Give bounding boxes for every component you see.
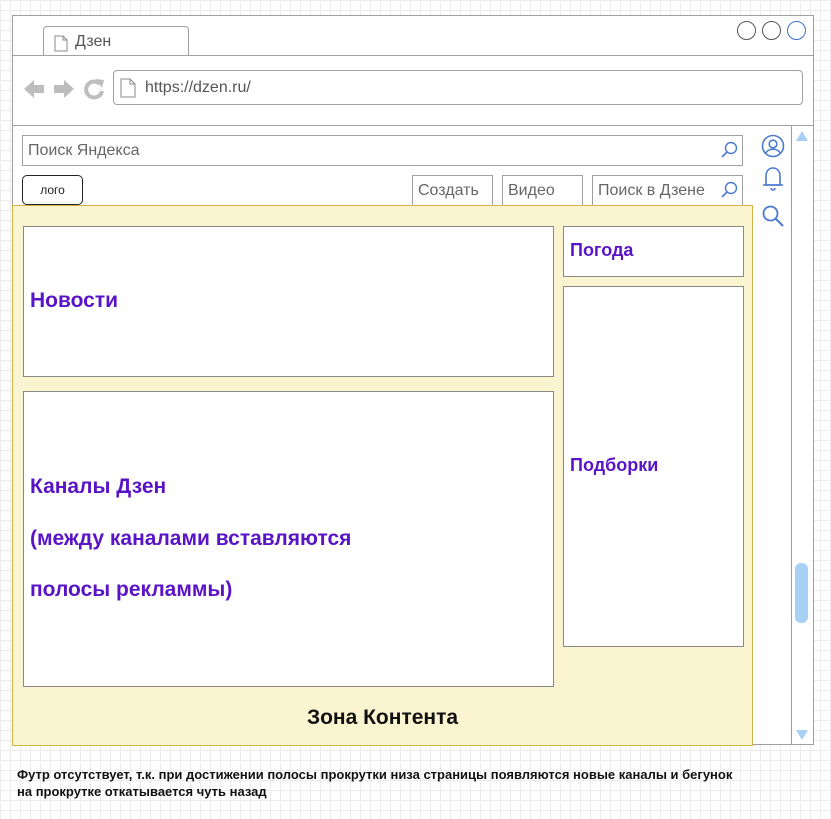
dzen-search-placeholder: Поиск в Дзене <box>598 182 705 199</box>
tab-title: Дзен <box>75 33 112 50</box>
tab-strip-divider <box>13 55 813 56</box>
page-icon <box>120 78 136 98</box>
reload-icon[interactable] <box>83 78 105 100</box>
browser-tab[interactable]: Дзен <box>43 26 189 56</box>
back-arrow-icon[interactable] <box>23 78 45 100</box>
channels-note-line2: полосы рекламмы) <box>30 578 233 601</box>
url-text: https://dzen.ru/ <box>145 79 251 96</box>
weather-block[interactable]: Погода <box>563 226 744 277</box>
yandex-search-placeholder: Поиск Яндекса <box>28 142 140 159</box>
footnote: Футр отсутствует, т.к. при достижении по… <box>17 767 733 799</box>
window-minimize-button[interactable] <box>737 21 756 40</box>
window-close-button[interactable] <box>787 21 806 40</box>
bell-icon[interactable] <box>761 164 785 192</box>
weather-label: Погода <box>570 240 634 260</box>
address-bar[interactable]: https://dzen.ru/ <box>113 70 803 105</box>
channels-block[interactable]: Каналы Дзен (между каналами вставляются … <box>23 391 554 687</box>
scroll-down-arrow-icon[interactable] <box>795 729 809 741</box>
channels-title: Каналы Дзен <box>30 475 167 498</box>
logo-button[interactable]: лого <box>22 175 83 205</box>
scroll-up-arrow-icon[interactable] <box>795 130 809 142</box>
channels-note-line1: (между каналами вставляются <box>30 527 352 550</box>
forward-arrow-icon[interactable] <box>53 78 75 100</box>
dzen-search-input[interactable]: Поиск в Дзене <box>592 175 743 206</box>
scroll-thumb[interactable] <box>795 563 808 623</box>
news-block[interactable]: Новости <box>23 226 554 377</box>
collections-label: Подборки <box>570 455 659 475</box>
document-icon <box>54 35 68 52</box>
search-icon[interactable] <box>720 181 738 199</box>
collections-block[interactable]: Подборки <box>563 286 744 647</box>
yandex-search-input[interactable]: Поиск Яндекса <box>22 135 743 166</box>
content-zone: Новости Каналы Дзен (между каналами вста… <box>12 205 753 746</box>
search-icon[interactable] <box>720 141 738 159</box>
profile-icon[interactable] <box>761 134 785 158</box>
browser-window: Дзен https://dzen.ru/ Поиск Яндекса лого… <box>12 15 814 746</box>
video-button[interactable]: Видео <box>502 175 583 206</box>
search-icon[interactable] <box>761 204 785 228</box>
content-zone-label: Зона Контента <box>306 706 459 729</box>
toolbar-divider <box>13 125 813 126</box>
window-maximize-button[interactable] <box>762 21 781 40</box>
create-button[interactable]: Создать <box>412 175 493 206</box>
vertical-scrollbar[interactable] <box>791 126 811 745</box>
news-label: Новости <box>30 289 119 312</box>
